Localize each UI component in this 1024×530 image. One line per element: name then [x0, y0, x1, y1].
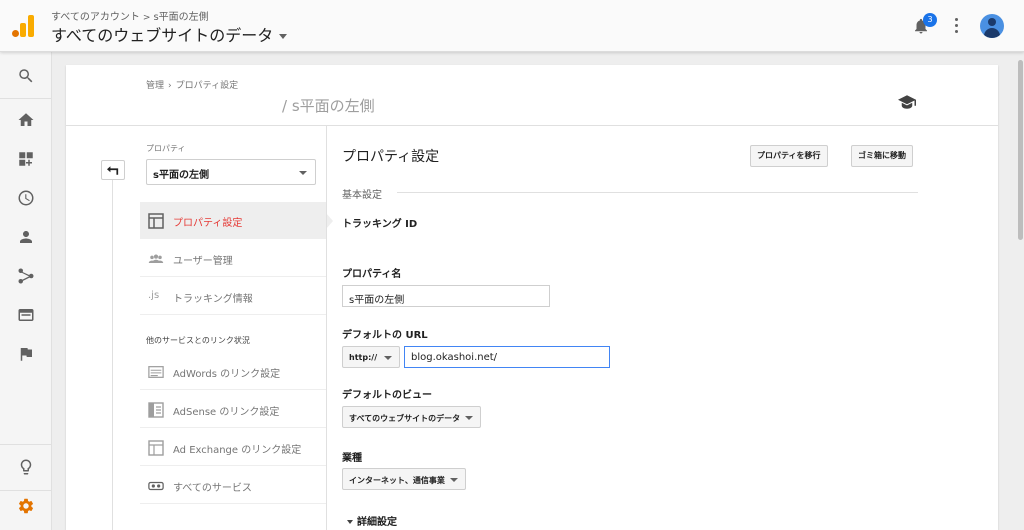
nav-label: ユーザー管理: [173, 256, 233, 267]
property-selector[interactable]: s平面の左側: [146, 159, 316, 185]
column-divider: [112, 180, 113, 530]
move-property-button[interactable]: プロパティを移行: [750, 145, 828, 167]
move-to-trash-button[interactable]: ゴミ箱に移動: [851, 145, 913, 167]
industry-value: インターネット、通信事業: [349, 476, 445, 485]
advanced-settings-toggle[interactable]: 詳細設定: [347, 513, 397, 528]
rail-divider: [0, 444, 52, 445]
tracking-id-label: トラッキング ID: [342, 219, 418, 230]
section-rule: [397, 192, 918, 193]
adsense-icon: [148, 402, 164, 418]
scrollbar-thumb[interactable]: [1018, 60, 1023, 240]
nav-label: すべてのサービス: [173, 483, 252, 494]
back-button[interactable]: [101, 160, 125, 180]
nav-label: AdSense のリンク設定: [173, 407, 280, 418]
more-options-icon[interactable]: [952, 17, 960, 35]
users-icon: [148, 254, 164, 263]
caret-down-icon: [449, 478, 458, 482]
account-avatar[interactable]: [980, 14, 1004, 38]
nav-all-services[interactable]: すべてのサービス: [140, 467, 326, 504]
search-icon[interactable]: [14, 64, 38, 88]
default-view-dropdown[interactable]: すべてのウェブサイトのデータ: [342, 406, 482, 428]
default-url-label: デフォルトの URL: [342, 330, 428, 341]
rail-divider: [0, 98, 52, 99]
nav-label: プロパティ設定: [173, 218, 243, 229]
nav-label: トラッキング情報: [173, 294, 253, 305]
property-name-label: プロパティ名: [342, 269, 402, 280]
nav-adwords-link[interactable]: AdWords のリンク設定: [140, 353, 326, 390]
content-divider: [326, 126, 327, 530]
admin-header: 管理 › プロパティ設定 / s平面の左側: [66, 65, 998, 126]
industry-dropdown[interactable]: インターネット、通信事業: [342, 468, 466, 490]
gear-icon[interactable]: [14, 494, 38, 518]
clock-icon[interactable]: [14, 186, 38, 210]
account-breadcrumb[interactable]: すべてのアカウント > s平面の左側: [51, 8, 209, 23]
view-selector[interactable]: すべてのウェブサイトのデータ: [51, 22, 288, 46]
property-name-input[interactable]: s平面の左側: [342, 285, 550, 307]
nav-label: Ad Exchange のリンク設定: [173, 445, 302, 456]
fork-icon[interactable]: [14, 264, 38, 288]
nav-property-settings[interactable]: プロパティ設定: [140, 202, 333, 239]
advanced-settings-label: 詳細設定: [357, 517, 397, 528]
basic-settings-heading: 基本設定: [342, 190, 382, 201]
default-url-input[interactable]: blog.okashoi.net/: [404, 346, 610, 368]
adwords-icon: [148, 366, 164, 378]
person-icon[interactable]: [14, 225, 38, 249]
left-nav-rail: [0, 52, 52, 530]
graduation-cap-icon[interactable]: [898, 94, 916, 109]
view-title: すべてのウェブサイトのデータ: [51, 26, 274, 45]
property-title: / s平面の左側: [282, 97, 375, 115]
admin-card: 管理 › プロパティ設定 / s平面の左側 プロパティ s平面の左側 プロパティ設定…: [66, 65, 998, 530]
page-heading: プロパティ設定: [342, 149, 440, 165]
caret-down-icon: [384, 356, 392, 360]
home-icon[interactable]: [14, 108, 38, 132]
link-icon: [148, 481, 164, 491]
caret-down-icon: [299, 171, 307, 175]
adexchange-icon: [148, 440, 164, 456]
link-section-heading: 他のサービスとのリンク状況: [146, 336, 250, 345]
browser-icon[interactable]: [14, 303, 38, 327]
rail-divider: [0, 490, 52, 491]
back-arrow-icon: [107, 165, 119, 175]
protocol-value: http://: [349, 353, 378, 362]
property-label: プロパティ: [146, 144, 186, 153]
crumb-current: プロパティ設定: [175, 81, 239, 91]
lightbulb-icon[interactable]: [14, 455, 38, 479]
flag-icon[interactable]: [14, 342, 38, 366]
top-app-bar: すべてのアカウント > s平面の左側 すべてのウェブサイトのデータ 3: [0, 0, 1024, 52]
nav-user-management[interactable]: ユーザー管理: [140, 240, 326, 277]
industry-label: 業種: [342, 453, 362, 464]
js-icon: .js: [148, 290, 160, 301]
protocol-dropdown[interactable]: http://: [342, 346, 400, 368]
layout-icon: [148, 213, 164, 229]
crumb-admin-link[interactable]: 管理: [146, 81, 164, 91]
dashboard-icon[interactable]: [14, 147, 38, 171]
triangle-down-icon: [347, 520, 353, 524]
caret-down-icon: [279, 34, 288, 39]
default-view-value: すべてのウェブサイトのデータ: [349, 414, 461, 423]
property-selector-value: s平面の左側: [153, 170, 209, 181]
nav-adsense-link[interactable]: AdSense のリンク設定: [140, 391, 326, 428]
nav-label: AdWords のリンク設定: [173, 369, 281, 380]
crumb-separator: ›: [168, 81, 172, 91]
nav-tracking-info[interactable]: .js トラッキング情報: [140, 278, 326, 315]
caret-down-icon: [465, 416, 474, 420]
nav-adexchange-link[interactable]: Ad Exchange のリンク設定: [140, 429, 326, 466]
analytics-logo[interactable]: [12, 15, 34, 37]
admin-breadcrumb: 管理 › プロパティ設定: [146, 78, 238, 91]
notification-count-badge: 3: [923, 13, 937, 27]
default-view-label: デフォルトのビュー: [342, 390, 432, 401]
